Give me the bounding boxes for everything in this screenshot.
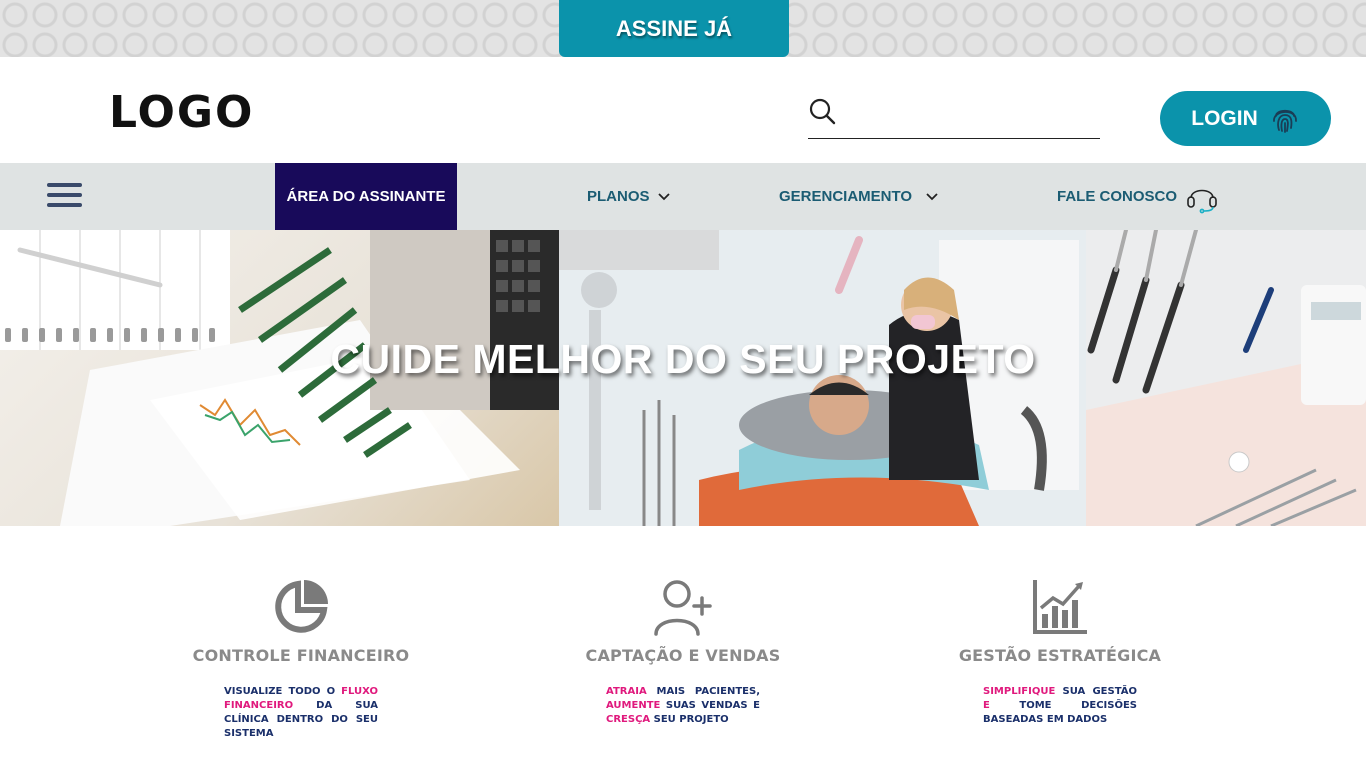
logo[interactable]: LOGO [109,87,254,138]
feature-strategic-management: GESTÃO ESTRATÉGICA SIMPLIFIQUE SUA GESTÃ… [930,578,1190,727]
search-icon[interactable] [808,97,836,125]
nav-contact-label: FALE CONOSCO [1057,188,1178,205]
nav-contact[interactable]: FALE CONOSCO [1057,163,1219,230]
header: LOGO LOGIN [0,57,1366,163]
description-text: TOME DECISÕES BASEADAS EM DADOS [983,700,1137,725]
fingerprint-icon [1272,109,1297,133]
feature-financial-control: CONTROLE FINANCEIRO VISUALIZE TODO O FLU… [171,578,431,741]
description-text: SUAS VENDAS E [660,700,760,711]
search-bar [808,93,1100,139]
headset-icon [1187,189,1217,213]
nav-management-label: GERENCIAMENTO [779,188,913,205]
menu-icon[interactable] [47,183,82,211]
description-text: VISUALIZE TODO O [224,686,342,697]
login-label: LOGIN [1191,106,1258,130]
description-text: SEU PROJETO [650,714,729,725]
search-input[interactable] [844,97,1094,129]
description-text: MAIS PACIENTES, [646,686,761,697]
feature-description: ATRAIA MAIS PACIENTES, AUMENTE SUAS VEND… [606,685,760,727]
feature-sales: CAPTAÇÃO E VENDAS ATRAIA MAIS PACIENTES,… [553,578,813,727]
main-nav: ÁREA DO ASSINANTE PLANOS GERENCIAMENTO F… [0,163,1366,230]
nav-plans[interactable]: PLANOS [587,163,670,230]
highlight-text: AUMENTE [606,700,661,711]
subscribe-button[interactable]: ASSINE JÁ [559,0,789,57]
hero-title: CUIDE MELHOR DO SEU PROJETO [330,336,1036,382]
hero-banner: CUIDE MELHOR DO SEU PROJETO [0,230,1366,526]
feature-title: CONTROLE FINANCEIRO [192,646,410,665]
bar-chart-icon [1033,580,1087,634]
highlight-text: ATRAIA [606,686,647,697]
chevron-down-icon [926,192,938,200]
nav-subscriber-area[interactable]: ÁREA DO ASSINANTE [275,163,457,230]
nav-management[interactable]: GERENCIAMENTO [779,163,938,230]
pie-chart-icon [275,580,328,633]
feature-title: CAPTAÇÃO E VENDAS [585,646,781,665]
highlight-text: SIMPLIFIQUE [983,686,1056,697]
nav-plans-label: PLANOS [587,188,650,205]
highlight-text: CRESÇA [606,714,651,725]
login-button[interactable]: LOGIN [1160,91,1331,146]
feature-description: SIMPLIFIQUE SUA GESTÃO E TOME DECISÕES B… [983,685,1137,727]
add-user-icon [654,580,712,636]
feature-description: VISUALIZE TODO O FLUXO FINANCEIRO DA SUA… [224,685,378,741]
chevron-down-icon [657,192,670,200]
description-text: SUA GESTÃO [1055,686,1138,697]
highlight-text: E [983,700,990,711]
feature-title: GESTÃO ESTRATÉGICA [958,646,1162,665]
top-pattern-bar: ASSINE JÁ [0,0,1366,57]
